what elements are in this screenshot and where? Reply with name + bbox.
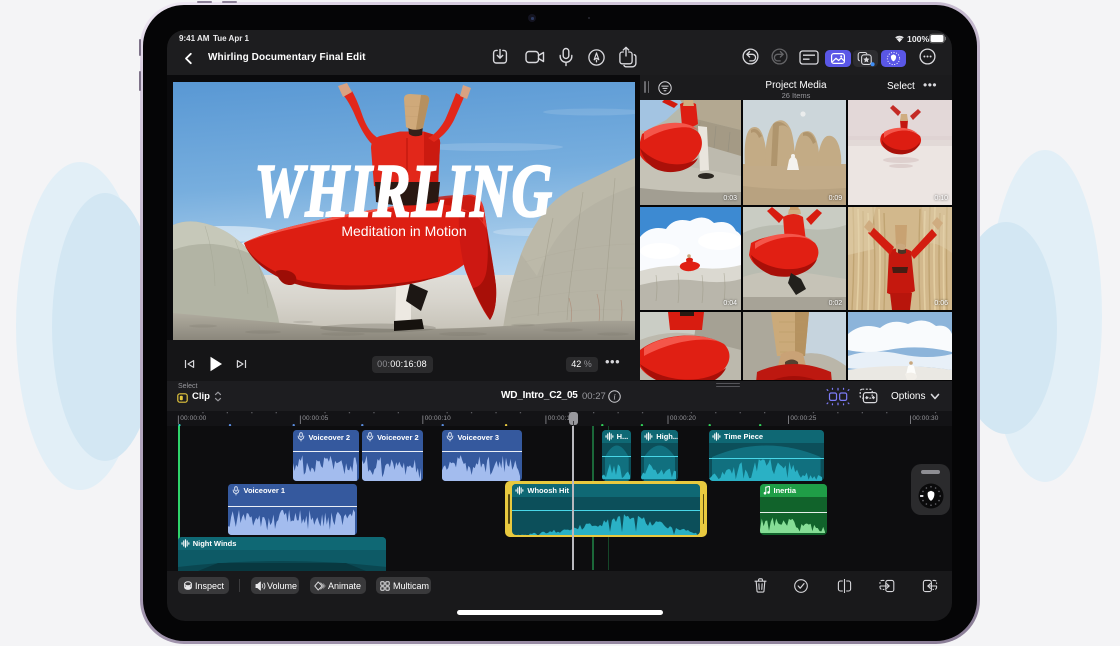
svg-text:100%: 100%: [907, 34, 929, 44]
svg-text:i: i: [613, 392, 616, 401]
